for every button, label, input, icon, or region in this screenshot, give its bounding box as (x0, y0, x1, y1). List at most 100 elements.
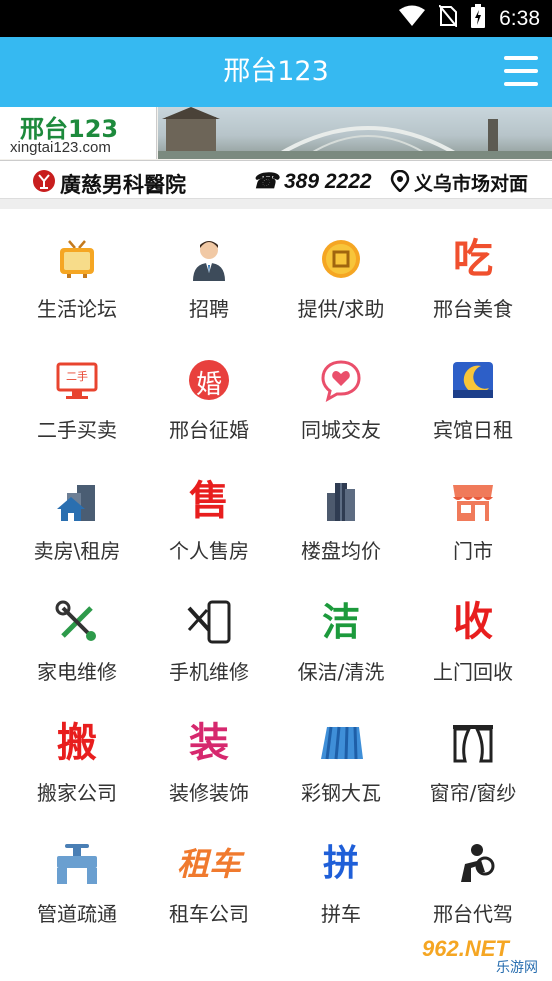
grid-item-partial-3[interactable] (275, 935, 407, 981)
tv-icon (55, 237, 99, 281)
banner-photo (158, 107, 552, 159)
grid-item-label: 手机维修 (169, 660, 249, 684)
grid-item-label: 租车公司 (169, 902, 249, 926)
heart-chat-icon (319, 358, 363, 402)
person-icon (187, 237, 231, 281)
phone-repair-icon (187, 600, 231, 644)
moon-bed-icon (451, 358, 495, 402)
grid-item-label: 上门回收 (433, 660, 513, 684)
grid-item-label: 同城交友 (301, 418, 381, 442)
grid-item-recycling[interactable]: 收 上门回收 (407, 572, 539, 693)
grid-item-phone-repair[interactable]: 手机维修 (143, 572, 275, 693)
grid-item-label: 拼车 (321, 902, 361, 926)
pipe-icon (55, 842, 99, 886)
grid-item-partial-1[interactable] (11, 935, 143, 981)
partial-icon (187, 963, 231, 981)
grid-item-label: 提供/求助 (297, 297, 385, 321)
grid-item-label: 卖房\租房 (33, 539, 121, 563)
grid-item-partial-2[interactable] (143, 935, 275, 981)
partial-icon (55, 963, 99, 981)
banner-phone: ☎ 389 2222 (252, 170, 372, 193)
grid-item-label: 宾馆日租 (433, 418, 513, 442)
wifi-icon (399, 5, 426, 32)
building-icon (319, 479, 363, 523)
grid-item-personal-sale[interactable]: 售 个人售房 (143, 451, 275, 572)
banner-hospital: 廣慈男科醫院 (60, 172, 186, 197)
grid-item-storefront[interactable]: 门市 (407, 451, 539, 572)
monitor-text: 二手 (66, 370, 88, 383)
banner-info: 廣慈男科醫院 ☎ 389 2222 义乌市场对面 (0, 160, 552, 198)
grid-item-label: 窗帘/窗纱 (429, 781, 517, 805)
grid-item-carpool[interactable]: 拼 拼车 (275, 814, 407, 935)
grid-item-label: 二手买卖 (37, 418, 117, 442)
status-bar: 6:38 (0, 0, 552, 37)
recycle-icon: 收 (453, 599, 493, 645)
ad-banner[interactable]: 邢台123 xingtai123.com 廣慈男科醫院 ☎ 389 2222 义… (0, 107, 552, 199)
grid-item-label: 保洁/清洗 (297, 660, 385, 684)
grid-item-label: 装修装饰 (169, 781, 249, 805)
grid-item-cleaning[interactable]: 洁 保洁/清洗 (275, 572, 407, 693)
grid-item-provide-help[interactable]: 提供/求助 (275, 209, 407, 330)
grid-item-steel-tile[interactable]: 彩钢大瓦 (275, 693, 407, 814)
grid-item-recruitment[interactable]: 招聘 (143, 209, 275, 330)
app-bar: 邢台123 (0, 37, 552, 107)
grid-item-friends[interactable]: 同城交友 (275, 330, 407, 451)
person-logo-icon (32, 169, 56, 197)
grid-item-label: 个人售房 (169, 539, 249, 563)
grid-item-label: 生活论坛 (37, 297, 117, 321)
banner-logo: 邢台123 xingtai123.com (0, 107, 157, 159)
grid-item-hotel[interactable]: 宾馆日租 (407, 330, 539, 451)
shop-icon (451, 479, 495, 523)
partial-icon (319, 963, 363, 981)
grid-item-life-forum[interactable]: 生活论坛 (11, 209, 143, 330)
monitor-icon: 二手 (55, 358, 99, 402)
marriage-glyph: 婚 (195, 370, 222, 400)
grid-item-label: 管道疏通 (37, 902, 117, 926)
moving-icon: 搬 (57, 720, 97, 766)
grid-item-label: 招聘 (189, 297, 229, 321)
banner-address: 义乌市场对面 (414, 173, 529, 195)
coin-icon (319, 237, 363, 281)
grid-item-label: 邢台征婚 (169, 418, 249, 442)
grid-item-label: 楼盘均价 (301, 539, 381, 563)
grid-item-designated-driver[interactable]: 邢台代驾 (407, 814, 539, 935)
no-sim-icon (438, 4, 458, 32)
house-icon (55, 479, 99, 523)
grid-item-decoration[interactable]: 装 装修装饰 (143, 693, 275, 814)
grid-item-curtain[interactable]: 窗帘/窗纱 (407, 693, 539, 814)
grid-item-label: 邢台美食 (433, 297, 513, 321)
grid-item-moving[interactable]: 搬 搬家公司 (11, 693, 143, 814)
eat-icon: 吃 (453, 236, 493, 282)
grid-item-label: 邢台代驾 (433, 902, 513, 926)
marriage-icon: 婚 (187, 358, 231, 402)
grid-item-label: 门市 (453, 539, 493, 563)
clock: 6:38 (499, 6, 540, 30)
menu-button[interactable] (504, 56, 538, 86)
grid-item-food[interactable]: 吃 邢台美食 (407, 209, 539, 330)
driver-icon (451, 842, 495, 886)
watermark-sub: 乐游网 (496, 960, 538, 976)
curtain-icon (451, 721, 495, 765)
grid-item-marriage[interactable]: 婚 邢台征婚 (143, 330, 275, 451)
car-rental-icon: 租车 (176, 845, 241, 883)
grid-item-appliance-repair[interactable]: 家电维修 (11, 572, 143, 693)
banner-logo-sub: xingtai123.com (10, 139, 111, 156)
clean-icon: 洁 (321, 600, 360, 644)
grid-item-label: 家电维修 (37, 660, 117, 684)
battery-icon (471, 4, 486, 33)
grid-item-second-hand[interactable]: 二手 二手买卖 (11, 330, 143, 451)
grid-item-house[interactable]: 卖房\租房 (11, 451, 143, 572)
grid-item-label: 彩钢大瓦 (301, 781, 381, 805)
section-divider (0, 199, 552, 209)
carpool-icon: 拼 (322, 843, 359, 884)
site-watermark: 962.NET 乐游网 (414, 933, 546, 977)
location-icon (390, 169, 410, 196)
grid-item-pipe-dredging[interactable]: 管道疏通 (11, 814, 143, 935)
decoration-icon: 装 (189, 720, 229, 766)
app-title: 邢台123 (223, 56, 329, 87)
sell-icon: 售 (189, 478, 229, 524)
grid-item-label: 搬家公司 (37, 781, 117, 805)
grid-item-car-rental[interactable]: 租车 租车公司 (143, 814, 275, 935)
steel-tile-icon (319, 721, 363, 765)
grid-item-property-price[interactable]: 楼盘均价 (275, 451, 407, 572)
